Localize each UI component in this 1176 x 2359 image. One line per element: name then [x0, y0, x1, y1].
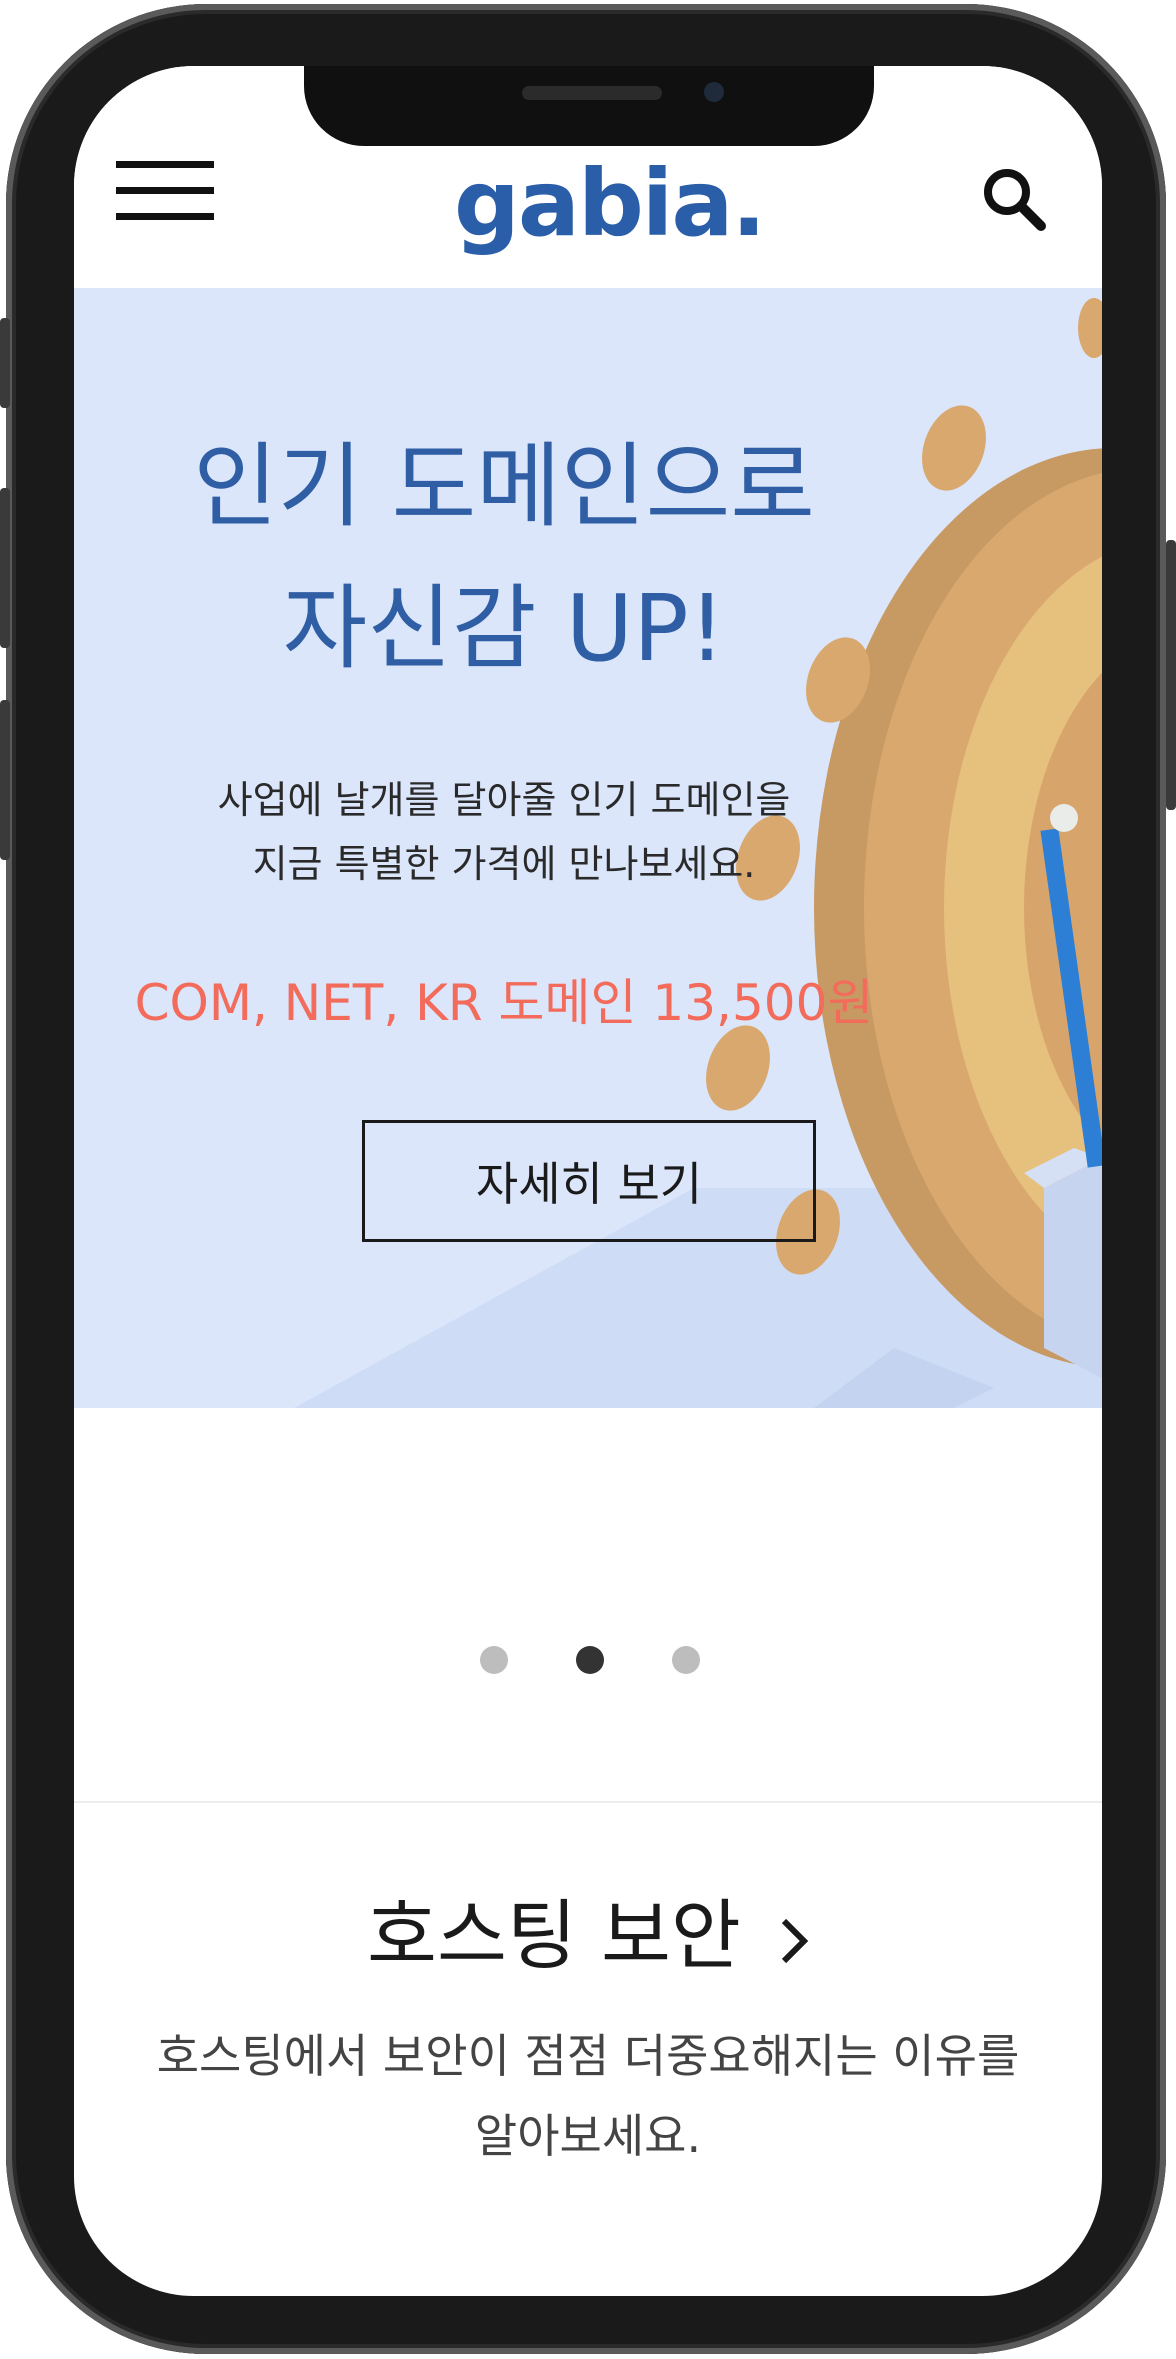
- search-icon[interactable]: [979, 164, 1049, 234]
- section-divider: [74, 1801, 1102, 1803]
- banner-title-line1: 인기 도메인으로: [193, 433, 815, 540]
- carousel-dot-3[interactable]: [672, 1646, 700, 1674]
- section-desc-line2: 알아보세요.: [474, 2109, 702, 2163]
- section-desc-line1: 호스팅에서 보안이 점점 더중요해지는 이유를: [156, 2029, 1020, 2083]
- chevron-right-icon: [779, 1891, 809, 1991]
- banner-desc-line1: 사업에 날개를 달아줄 인기 도메인을: [217, 778, 791, 822]
- phone-side-button-mute: [0, 318, 10, 408]
- phone-notch: [304, 66, 874, 146]
- speaker-grille: [522, 86, 662, 100]
- carousel-dot-2[interactable]: [576, 1646, 604, 1674]
- gabia-logo[interactable]: gabia.: [454, 154, 766, 254]
- hosting-security-link[interactable]: 호스팅 보안: [74, 1886, 1102, 1991]
- banner-desc-line2: 지금 특별한 가격에 만나보세요.: [252, 842, 756, 886]
- promo-banner: 인기 도메인으로 자신감 UP! 사업에 날개를 달아줄 인기 도메인을 지금 …: [74, 288, 1102, 1408]
- section-title-text: 호스팅 보안: [367, 1891, 741, 1980]
- phone-side-button-volume-down: [0, 700, 10, 860]
- front-camera: [704, 82, 724, 102]
- banner-title-line2: 자신감 UP!: [282, 575, 726, 682]
- carousel-dot-1[interactable]: [480, 1646, 508, 1674]
- phone-side-button-power: [1166, 540, 1176, 810]
- section-description: 호스팅에서 보안이 점점 더중요해지는 이유를 알아보세요.: [104, 2016, 1072, 2176]
- hamburger-menu-icon[interactable]: [116, 161, 214, 221]
- carousel-pagination: [74, 1646, 1102, 1676]
- phone-screen: gabia. 인기 도메인으로 자신감 UP! 사업에 날개를 달아줄 인기 도…: [74, 66, 1102, 2296]
- view-details-button[interactable]: 자세히 보기: [362, 1120, 816, 1242]
- phone-side-button-volume-up: [0, 488, 10, 648]
- banner-price: COM, NET, KR 도메인 13,500원: [134, 974, 874, 1032]
- banner-title: 인기 도메인으로 자신감 UP!: [74, 416, 934, 700]
- banner-description: 사업에 날개를 달아줄 인기 도메인을 지금 특별한 가격에 만나보세요.: [74, 768, 934, 896]
